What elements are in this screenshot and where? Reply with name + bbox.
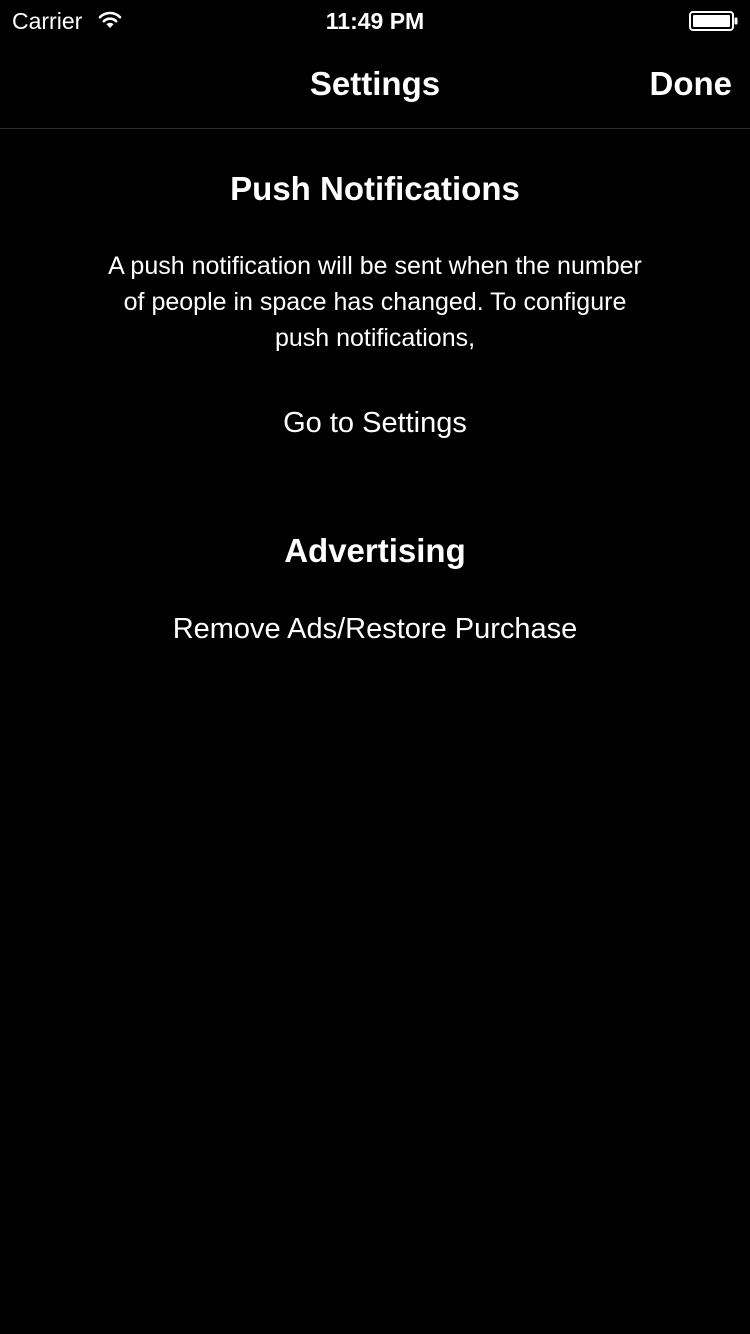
battery-icon bbox=[689, 11, 739, 31]
status-bar: Carrier 11:49 PM bbox=[0, 0, 750, 40]
push-notifications-description: A push notification will be sent when th… bbox=[108, 252, 642, 352]
navigation-bar: Settings Done bbox=[0, 40, 750, 129]
go-to-settings-button[interactable]: Go to Settings bbox=[0, 405, 750, 441]
remove-ads-button[interactable]: Remove Ads/Restore Purchase bbox=[0, 611, 750, 647]
status-time: 11:49 PM bbox=[325, 8, 425, 34]
advertising-heading: Advertising bbox=[284, 532, 466, 569]
done-button[interactable]: Done bbox=[650, 64, 733, 104]
page-title: Settings bbox=[309, 65, 441, 102]
push-notifications-heading: Push Notifications bbox=[230, 170, 520, 207]
